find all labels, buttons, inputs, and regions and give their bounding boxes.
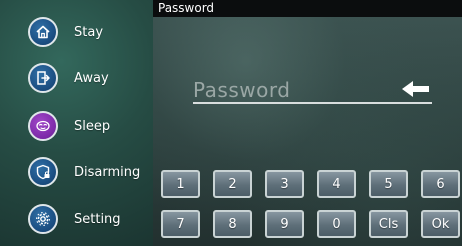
clear-button[interactable]: Cls <box>369 210 408 238</box>
keypad-key-1[interactable]: 1 <box>161 170 200 198</box>
sidebar-item-setting[interactable]: Setting <box>0 197 153 241</box>
sidebar-item-stay[interactable]: Stay <box>0 10 153 54</box>
sidebar-item-label: Stay <box>74 24 104 40</box>
page-title: Password <box>153 0 462 17</box>
sidebar-item-disarming[interactable]: Disarming <box>0 150 153 194</box>
sidebar-item-label: Setting <box>74 211 121 227</box>
keypad-key-6[interactable]: 6 <box>421 170 460 198</box>
password-underline <box>193 102 432 104</box>
sidebar-item-sleep[interactable]: Sleep <box>0 104 153 148</box>
sidebar-item-label: Away <box>74 70 109 86</box>
backspace-arrow-icon[interactable] <box>401 79 433 99</box>
keypad-key-0[interactable]: 0 <box>317 210 356 238</box>
alarm-panel-screen: Stay Away Sleep Disarming Setting Passwo… <box>0 0 462 246</box>
home-icon <box>28 17 58 47</box>
keypad-key-4[interactable]: 4 <box>317 170 356 198</box>
keypad-key-9[interactable]: 9 <box>265 210 304 238</box>
keypad-key-7[interactable]: 7 <box>161 210 200 238</box>
sidebar-item-label: Disarming <box>74 164 141 180</box>
keypad-key-2[interactable]: 2 <box>213 170 252 198</box>
password-panel: Password Password 1 2 3 4 5 6 7 8 9 0 Cl… <box>153 0 462 246</box>
sleep-icon <box>28 111 58 141</box>
password-input[interactable]: Password <box>193 78 290 102</box>
keypad-key-8[interactable]: 8 <box>213 210 252 238</box>
keypad-key-3[interactable]: 3 <box>265 170 304 198</box>
mode-sidebar: Stay Away Sleep Disarming Setting <box>0 0 153 246</box>
gear-icon <box>28 204 58 234</box>
sidebar-item-label: Sleep <box>74 118 111 134</box>
exit-door-icon <box>28 63 58 93</box>
shield-unlock-icon <box>28 157 58 187</box>
ok-button[interactable]: Ok <box>421 210 460 238</box>
sidebar-item-away[interactable]: Away <box>0 56 153 100</box>
keypad-key-5[interactable]: 5 <box>369 170 408 198</box>
